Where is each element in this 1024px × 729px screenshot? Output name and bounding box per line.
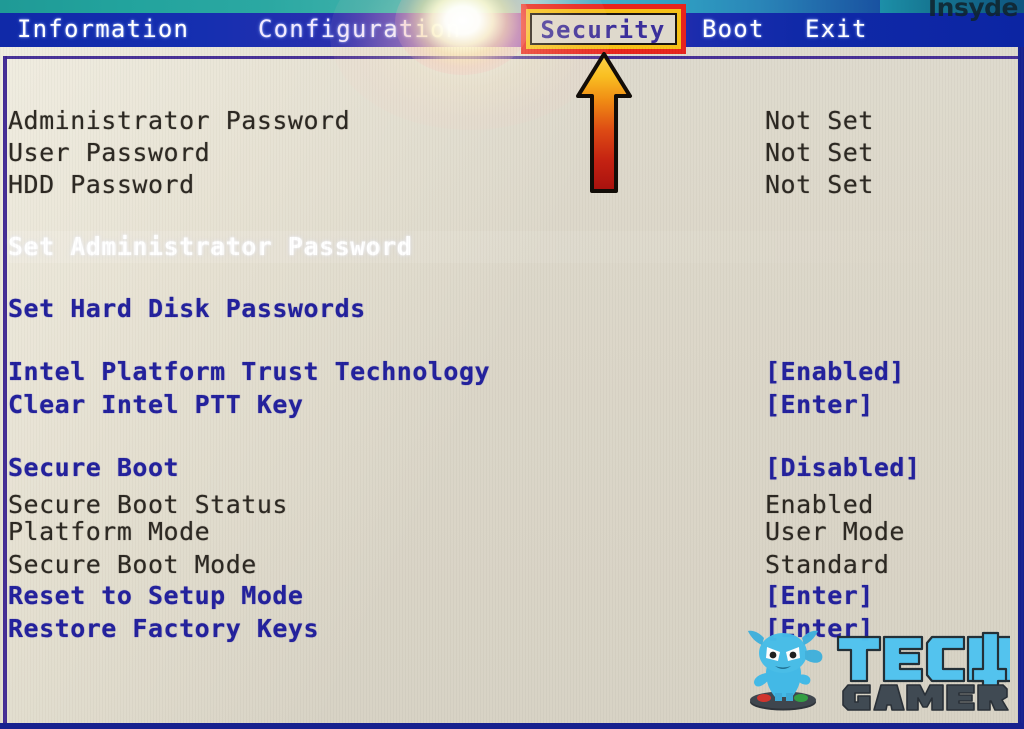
tab-security[interactable]: Security: [531, 14, 675, 46]
panel-bottom-edge: [0, 723, 1024, 729]
setting-value[interactable]: [Enter]: [765, 580, 874, 612]
insyde-vendor-logo: Insyde: [927, 0, 1019, 22]
setting-value[interactable]: Not Set: [765, 137, 874, 169]
setting-label: Reset to Setup Mode: [8, 581, 304, 610]
settings-row[interactable]: Secure Boot [Disabled]: [8, 452, 1016, 484]
setting-label: Restore Factory Keys: [8, 614, 320, 643]
tab-boot[interactable]: Boot: [702, 13, 765, 47]
settings-row[interactable]: Intel Platform Trust Technology [Enabled]: [8, 356, 1016, 388]
setting-label: Clear Intel PTT Key: [8, 390, 304, 419]
setting-value[interactable]: Not Set: [765, 105, 874, 137]
settings-list: Administrator Password Not Set User Passwo…: [0, 0, 1024, 682]
setting-value[interactable]: Not Set: [765, 169, 874, 201]
settings-row[interactable]: Set Administrator Password: [8, 231, 1016, 263]
settings-row[interactable]: User Password Not Set: [8, 137, 1016, 169]
setting-label: Secure Boot: [8, 453, 180, 482]
setting-label: Platform Mode: [8, 517, 211, 546]
settings-row[interactable]: Clear Intel PTT Key [Enter]: [8, 389, 1016, 421]
tech4gamers-watermark: [742, 629, 1014, 713]
setting-value[interactable]: Standard: [765, 549, 889, 581]
setting-label: Administrator Password: [8, 106, 351, 135]
settings-row[interactable]: Platform Mode User Mode: [8, 516, 1016, 548]
setting-label: Intel Platform Trust Technology: [8, 357, 491, 386]
settings-row[interactable]: Set Hard Disk Passwords: [8, 293, 1016, 325]
setting-value[interactable]: [Enter]: [765, 389, 874, 421]
tab-information[interactable]: Information: [17, 13, 189, 47]
setting-label: Set Administrator Password: [8, 232, 413, 261]
settings-row[interactable]: Secure Boot Mode Standard: [8, 549, 1016, 581]
bios-setup-screen: Administrator Password Not Set User Passwo…: [0, 0, 1024, 729]
tab-exit[interactable]: Exit: [805, 13, 868, 47]
annotation-arrow-icon: [575, 52, 633, 194]
tab-security-label: Security: [540, 16, 666, 44]
settings-row[interactable]: Reset to Setup Mode [Enter]: [8, 580, 1016, 612]
setting-label: Secure Boot Mode: [8, 550, 257, 579]
setting-label: Set Hard Disk Passwords: [8, 294, 366, 323]
setting-label: User Password: [8, 138, 211, 167]
setting-value[interactable]: User Mode: [765, 516, 905, 548]
tab-configuration[interactable]: Configuration: [258, 13, 461, 47]
setting-value[interactable]: [Enabled]: [765, 356, 905, 388]
settings-row[interactable]: Administrator Password Not Set: [8, 105, 1016, 137]
settings-row[interactable]: HDD Password Not Set: [8, 169, 1016, 201]
setting-label: HDD Password: [8, 170, 195, 199]
setting-value[interactable]: [Disabled]: [765, 452, 921, 484]
